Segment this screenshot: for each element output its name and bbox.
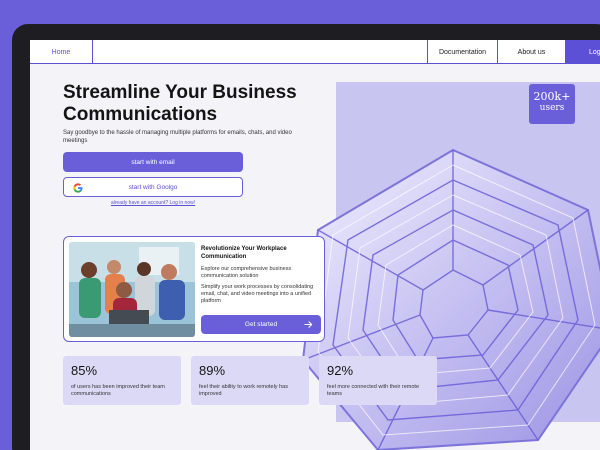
stat-description: of users has been improved their team co… (71, 384, 165, 397)
card-description-secondary: Simplify your work processes by consolid… (201, 284, 314, 304)
users-count-badge: 200k+ users (529, 84, 575, 124)
start-with-email-button[interactable]: start with email (63, 152, 243, 172)
get-started-label: Get started (244, 321, 278, 328)
nav-about-link[interactable]: About us (497, 40, 565, 64)
badge-number: 200k+ (533, 90, 571, 103)
stat-description: feel more connected with their remote te… (327, 384, 420, 397)
google-g-icon (73, 183, 83, 193)
hero-title: Streamline Your Business Communications (63, 82, 297, 125)
card-description-primary: Explore our comprehensive business commu… (201, 266, 292, 279)
browser-screen: Home Documentation About us Log Streamli… (30, 40, 600, 450)
get-started-button[interactable]: Get started (201, 315, 321, 334)
start-with-google-button[interactable]: start with Goolgo (63, 177, 243, 197)
nav-home-link[interactable]: Home (30, 40, 93, 64)
google-button-label: start with Goolgo (128, 183, 178, 191)
nav-login-button[interactable]: Log (565, 40, 600, 64)
stat-value: 92% (327, 363, 354, 378)
stat-value: 85% (71, 363, 98, 378)
stat-card: 85% of users has been improved their tea… (63, 356, 181, 405)
login-link[interactable]: already have an account? Log in now! (63, 200, 243, 206)
feature-card: Revolutionize Your Workplace Communicati… (63, 236, 325, 342)
card-title: Revolutionize Your Workplace Communicati… (201, 246, 287, 260)
badge-label: users (539, 103, 565, 113)
stat-description: feel their ability to work remotely has … (199, 384, 288, 397)
hero-subtitle: Say goodbye to the hassle of managing mu… (63, 130, 292, 144)
arrow-right-icon (304, 321, 313, 328)
stat-value: 89% (199, 363, 226, 378)
stat-card: 92% feel more connected with their remot… (319, 356, 437, 405)
top-nav: Home Documentation About us Log (30, 40, 600, 64)
nav-documentation-link[interactable]: Documentation (427, 40, 497, 64)
team-photo (69, 242, 195, 337)
stat-card: 89% feel their ability to work remotely … (191, 356, 309, 405)
